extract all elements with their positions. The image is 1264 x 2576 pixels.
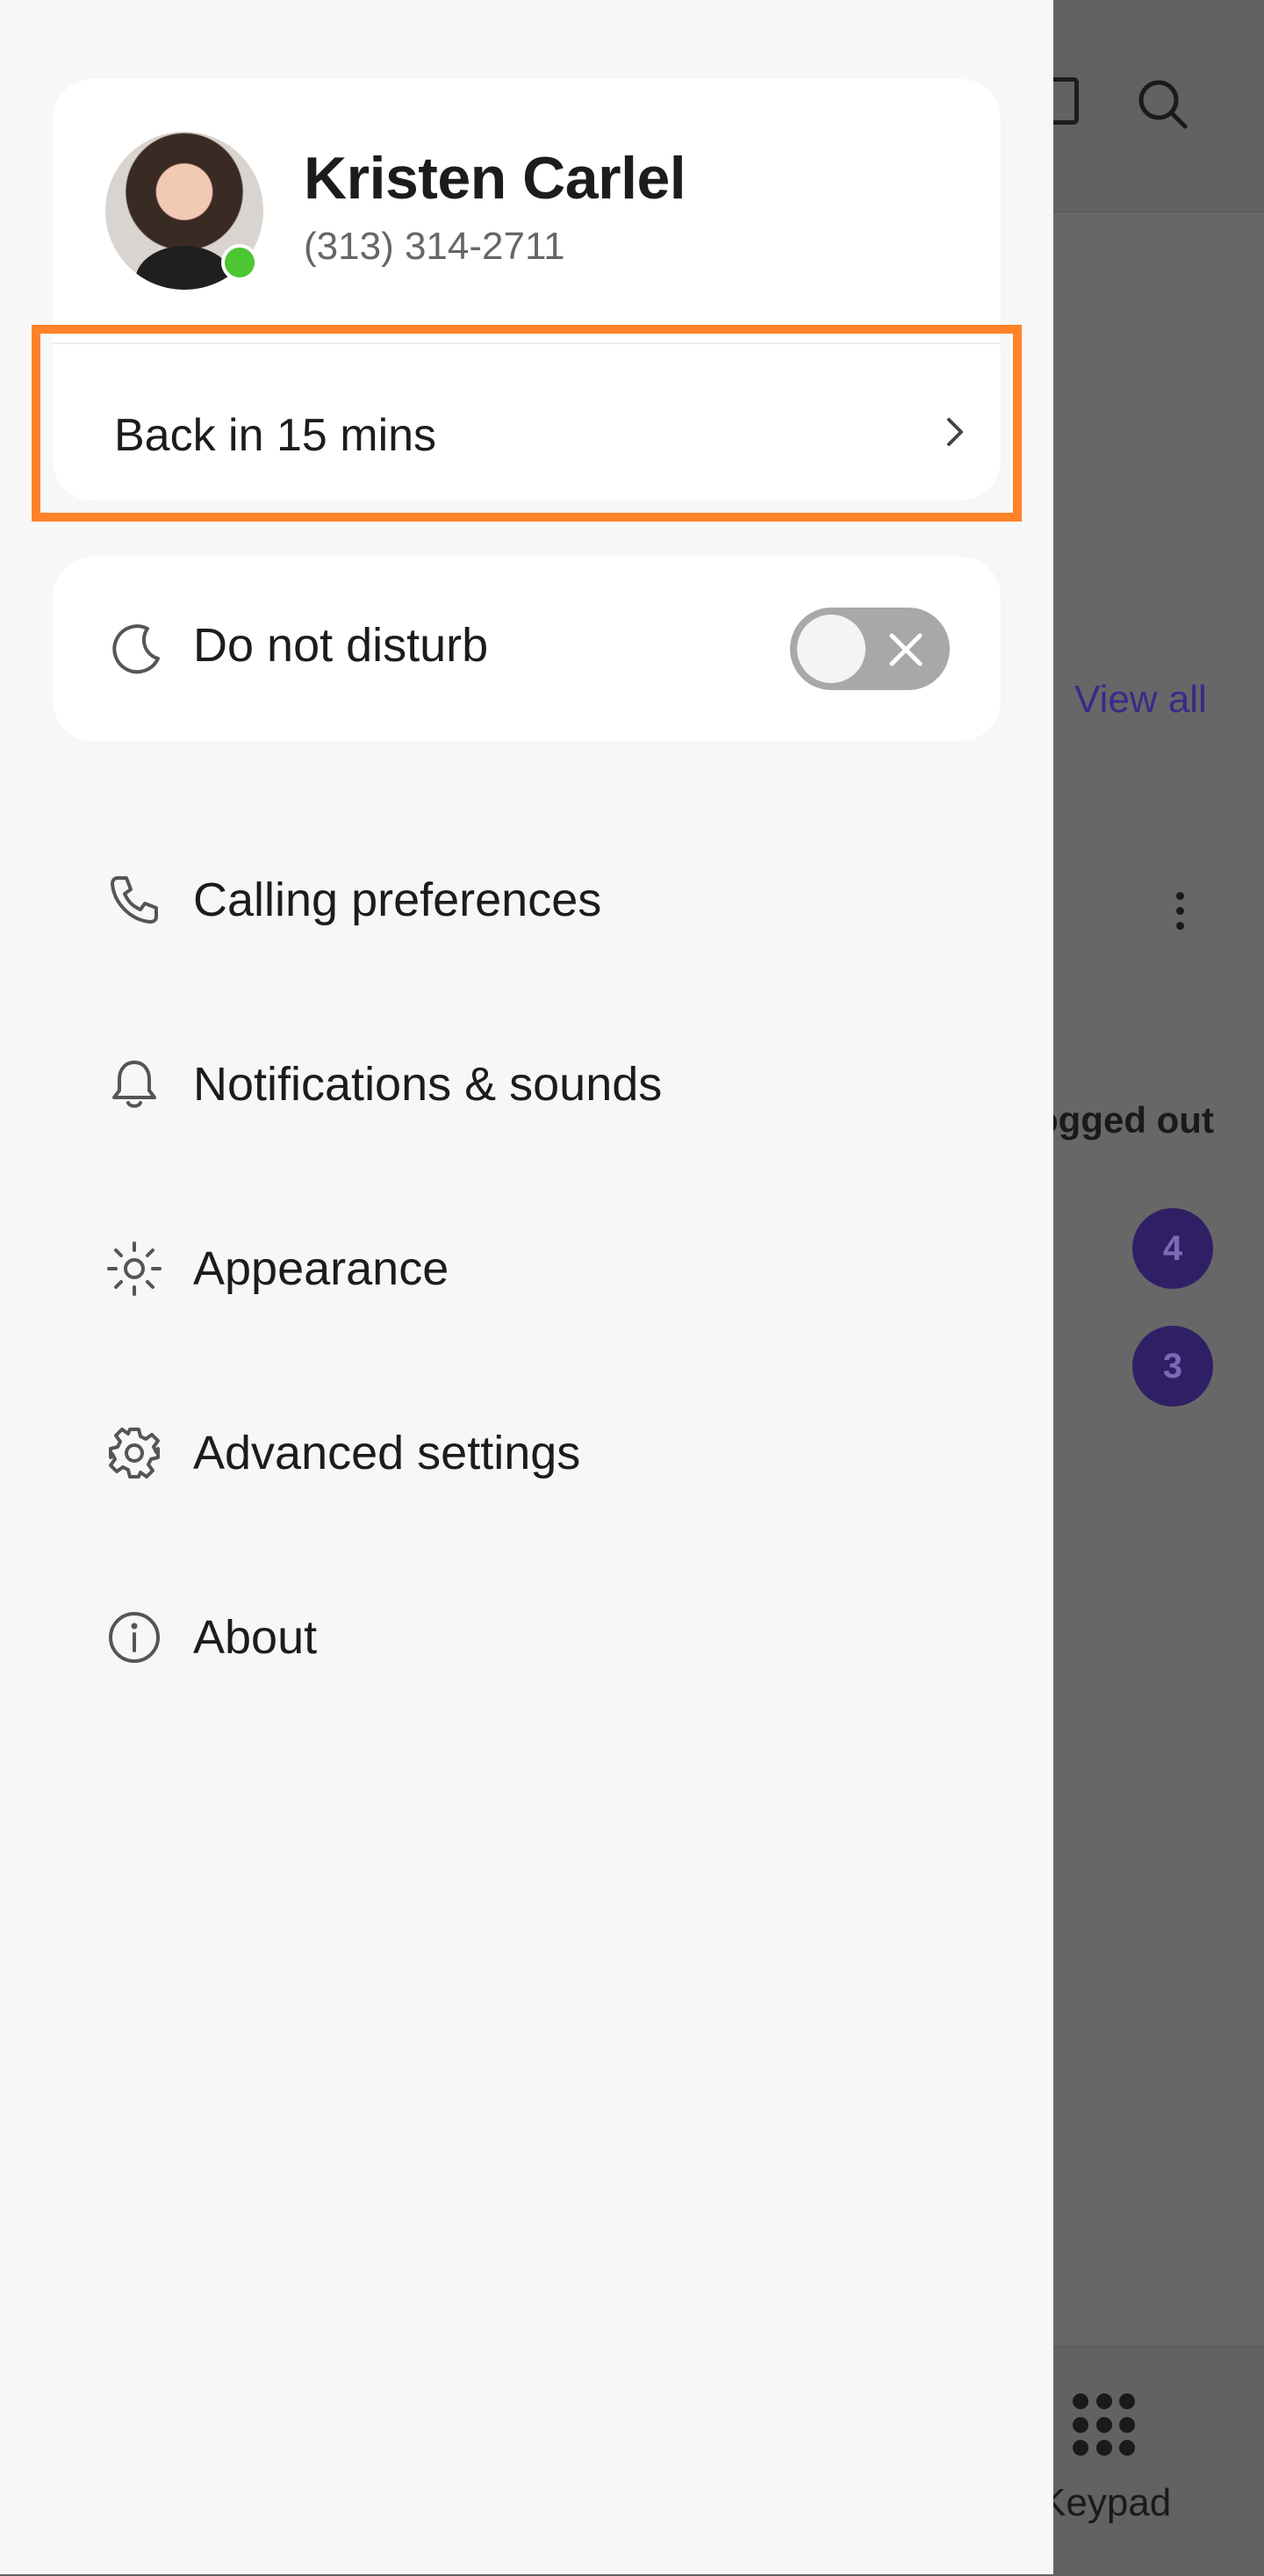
do-not-disturb-label: Do not disturb bbox=[193, 619, 489, 672]
menu-item-calling-preferences[interactable]: Calling preferences bbox=[0, 829, 1053, 969]
moon-icon bbox=[112, 624, 160, 674]
logged-out-label: ogged out bbox=[1036, 1099, 1214, 1140]
menu-item-label: About bbox=[193, 1611, 318, 1664]
navigation-drawer: Kristen Carlel (313) 314-2711 Back in 15… bbox=[0, 0, 1053, 2574]
menu-item-notifications-sounds[interactable]: Notifications & sounds bbox=[0, 1013, 1053, 1154]
search-icon bbox=[1138, 80, 1188, 129]
menu-item-about[interactable]: About bbox=[0, 1566, 1053, 1707]
keypad-label: Keypad bbox=[1040, 2481, 1172, 2524]
phone-icon bbox=[111, 876, 158, 924]
menu-item-appearance[interactable]: Appearance bbox=[0, 1198, 1053, 1338]
menu-item-advanced-settings[interactable]: Advanced settings bbox=[0, 1382, 1053, 1522]
bell-icon bbox=[112, 1061, 156, 1108]
chevron-right-icon bbox=[947, 418, 963, 446]
status-message-button[interactable]: Back in 15 mins bbox=[32, 325, 1022, 522]
toggle-knob bbox=[797, 615, 865, 683]
do-not-disturb-row[interactable]: Do not disturb bbox=[53, 557, 1001, 741]
close-icon bbox=[889, 633, 923, 666]
more-options-icon bbox=[1176, 892, 1185, 934]
sun-icon bbox=[107, 1241, 162, 1296]
menu-item-label: Notifications & sounds bbox=[193, 1058, 663, 1111]
menu-item-label: Appearance bbox=[193, 1242, 449, 1295]
menu-item-label: Calling preferences bbox=[193, 874, 602, 926]
menu-item-label: Advanced settings bbox=[193, 1427, 581, 1479]
count-badge: 3 bbox=[1132, 1326, 1213, 1407]
presence-status-dot bbox=[221, 244, 258, 281]
profile-name: Kristen Carlel bbox=[304, 145, 686, 212]
do-not-disturb-toggle[interactable] bbox=[790, 608, 950, 690]
keypad-icon bbox=[1073, 2393, 1136, 2457]
info-icon bbox=[109, 1612, 160, 1663]
count-badge: 4 bbox=[1132, 1208, 1213, 1289]
status-message-label: Back in 15 mins bbox=[114, 410, 437, 461]
profile-phone-number: (313) 314-2711 bbox=[304, 225, 565, 268]
view-all-link: View all bbox=[1074, 678, 1207, 721]
gear-icon bbox=[109, 1428, 160, 1479]
